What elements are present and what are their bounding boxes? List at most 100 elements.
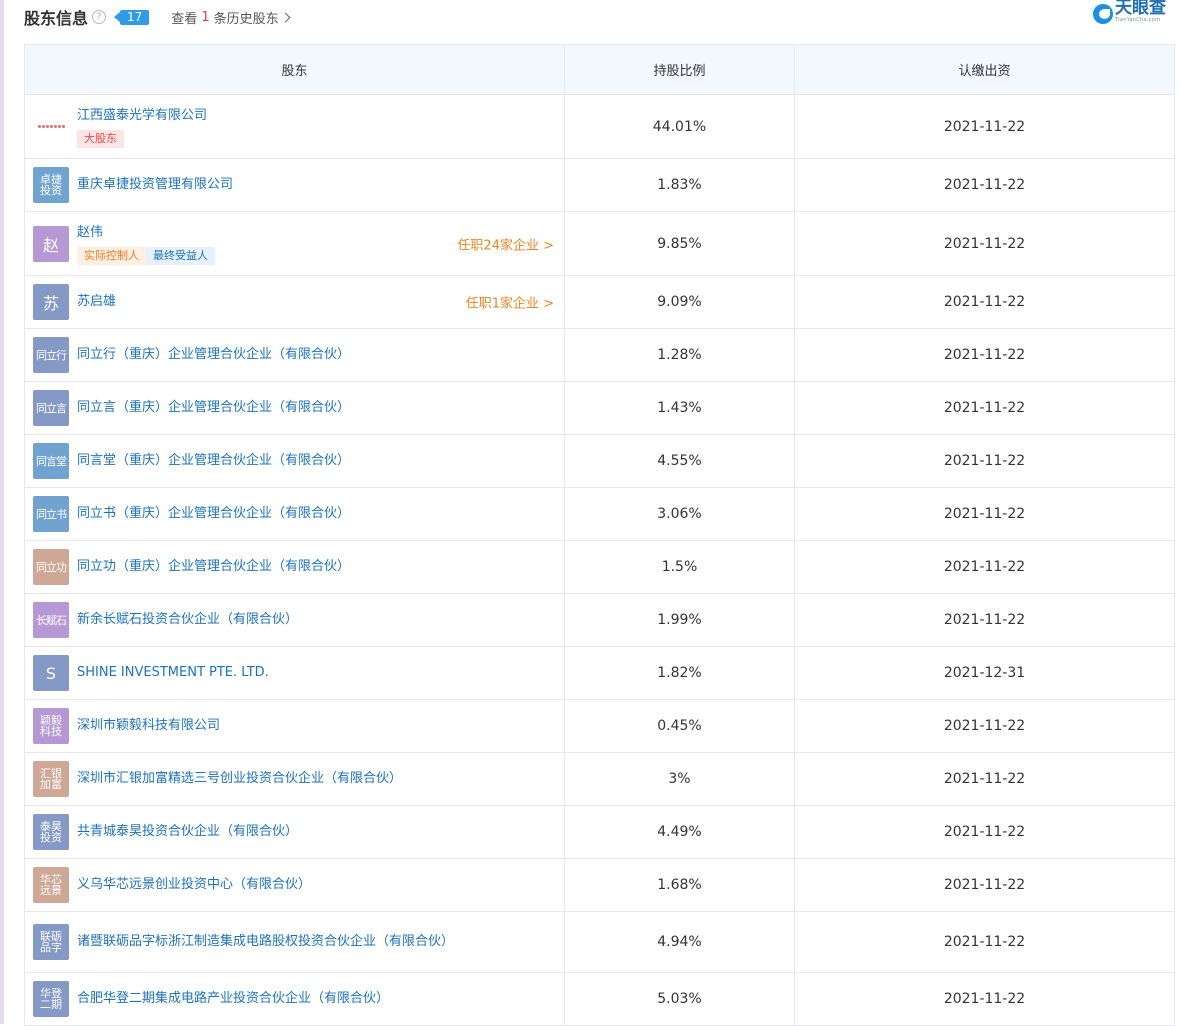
shareholder-cell: 华芯远景 义乌华芯远景创业投资中心（有限合伙） [24, 858, 565, 912]
shareholder-name-link[interactable]: 新余长赋石投资合伙企业（有限合伙） [77, 609, 298, 631]
shareholding-ratio: 4.94% [564, 911, 795, 973]
shareholder-avatar[interactable]: 同言堂 [33, 443, 69, 479]
history-shareholders-link[interactable]: 查看 1 条历史股东 [171, 8, 291, 27]
shareholder-avatar[interactable]: 苏 [33, 284, 69, 320]
section-header: 股东信息 ? 17 查看 1 条历史股东 [24, 4, 1173, 30]
shareholder-name-link[interactable]: 同立功（重庆）企业管理合伙企业（有限合伙） [77, 556, 350, 578]
table-row: 联砺品字 诸暨联砺品字标浙江制造集成电路股权投资合伙企业（有限合伙） 4.94% 20… [24, 911, 1175, 973]
table-row: 华登二期 合肥华登二期集成电路产业投资合伙企业（有限合伙） 5.03% 2021-11… [24, 972, 1175, 1026]
tianyancha-logo[interactable]: 天眼查 TianYanCha.com [1093, 0, 1173, 28]
history-suffix: 条历史股东 [213, 11, 279, 27]
shareholder-name-link[interactable]: 合肥华登二期集成电路产业投资合伙企业（有限合伙） [77, 988, 389, 1010]
shareholder-avatar[interactable]: 泰昊投资 [33, 814, 69, 850]
shareholder-cell: 颖毅科技 深圳市颖毅科技有限公司 [24, 699, 565, 753]
shareholder-cell: 同立功 同立功（重庆）企业管理合伙企业（有限合伙） [24, 540, 565, 594]
shareholder-name-link[interactable]: 重庆卓捷投资管理有限公司 [77, 174, 233, 196]
shareholder-avatar[interactable]: 联砺品字 [33, 924, 69, 960]
shareholder-name-link[interactable]: 同言堂（重庆）企业管理合伙企业（有限合伙） [77, 450, 350, 472]
shareholder-avatar[interactable]: 长赋石 [33, 602, 69, 638]
shareholding-ratio: 44.01% [564, 94, 795, 159]
table-row: 同立言 同立言（重庆）企业管理合伙企业（有限合伙） 1.43% 2021-11-22 [24, 381, 1175, 435]
table-row: 同立行 同立行（重庆）企业管理合伙企业（有限合伙） 1.28% 2021-11-22 [24, 328, 1175, 382]
shareholder-name-link[interactable]: 义乌华芯远景创业投资中心（有限合伙） [77, 874, 311, 896]
shareholder-cell: 同言堂 同言堂（重庆）企业管理合伙企业（有限合伙） [24, 434, 565, 488]
shareholder-name-link[interactable]: 江西盛泰光学有限公司 [77, 105, 207, 127]
subscription-date: 2021-11-22 [794, 805, 1175, 859]
shareholder-name-link[interactable]: 深圳市汇银加富精选三号创业投资合伙企业（有限合伙） [77, 768, 402, 790]
table-row: 苏苏启雄 任职1家企业 > 9.09% 2021-11-22 [24, 275, 1175, 329]
shareholding-ratio: 0.45% [564, 699, 795, 753]
shareholder-cell: 江西盛泰光学有限公司大股东 [24, 94, 565, 159]
subscription-date: 2021-11-22 [794, 328, 1175, 382]
shareholding-ratio: 1.28% [564, 328, 795, 382]
shareholder-avatar[interactable]: S [33, 655, 69, 691]
table-row: 同立功 同立功（重庆）企业管理合伙企业（有限合伙） 1.5% 2021-11-22 [24, 540, 1175, 594]
logo-text-en: TianYanCha.com [1115, 17, 1161, 23]
table-row: 长赋石 新余长赋石投资合伙企业（有限合伙） 1.99% 2021-11-22 [24, 593, 1175, 647]
positions-link[interactable]: 任职1家企业 > [466, 293, 554, 312]
shareholder-avatar[interactable]: 华登二期 [33, 981, 69, 1017]
shareholder-cell: S SHINE INVESTMENT PTE. LTD. [24, 646, 565, 700]
shareholder-name-link[interactable]: SHINE INVESTMENT PTE. LTD. [77, 662, 269, 684]
table-row: 江西盛泰光学有限公司 大股东 44.01% 2021-11-22 [24, 94, 1175, 159]
shareholding-ratio: 5.03% [564, 972, 795, 1026]
col-header-ratio: 持股比例 [564, 44, 795, 95]
shareholder-avatar[interactable]: 同立言 [33, 390, 69, 426]
shareholder-tag: 实际控制人 [77, 247, 146, 265]
positions-link[interactable]: 任职24家企业 > [457, 234, 554, 253]
col-header-subscribed: 认缴出资 [794, 44, 1175, 95]
shareholding-ratio: 3% [564, 752, 795, 806]
shareholder-name-link[interactable]: 同立行（重庆）企业管理合伙企业（有限合伙） [77, 344, 350, 366]
shareholder-avatar[interactable]: 卓捷投资 [33, 167, 69, 203]
shareholder-table: 股东 持股比例 认缴出资 江西盛泰光学有限公司 大股东 44.01% 2021-11-… [24, 44, 1175, 1026]
shareholder-cell: 汇银加富 深圳市汇银加富精选三号创业投资合伙企业（有限合伙） [24, 752, 565, 806]
shareholder-cell: 泰昊投资 共青城泰昊投资合伙企业（有限合伙） [24, 805, 565, 859]
shareholder-avatar[interactable] [33, 108, 69, 145]
logo-text-cn: 天眼查 [1115, 0, 1166, 18]
table-row: 赵赵伟实际控制人 最终受益人 任职24家企业 > 9.85% 2021-11-22 [24, 211, 1175, 276]
shareholder-cell: 苏苏启雄 任职1家企业 > [24, 275, 565, 329]
table-header-row: 股东 持股比例 认缴出资 [24, 44, 1175, 95]
shareholder-cell: 联砺品字 诸暨联砺品字标浙江制造集成电路股权投资合伙企业（有限合伙） [24, 911, 565, 973]
question-circle-icon[interactable]: ? [92, 10, 107, 24]
subscription-date: 2021-11-22 [794, 434, 1175, 488]
shareholder-avatar[interactable]: 赵 [33, 225, 69, 262]
history-count: 1 [201, 9, 210, 25]
shareholder-cell: 同立书 同立书（重庆）企业管理合伙企业（有限合伙） [24, 487, 565, 541]
subscription-date: 2021-11-22 [794, 858, 1175, 912]
table-row: 华芯远景 义乌华芯远景创业投资中心（有限合伙） 1.68% 2021-11-22 [24, 858, 1175, 912]
shareholder-avatar[interactable]: 颖毅科技 [33, 708, 69, 744]
shareholder-name-link[interactable]: 苏启雄 [77, 291, 116, 313]
shareholder-cell: 华登二期 合肥华登二期集成电路产业投资合伙企业（有限合伙） [24, 972, 565, 1026]
shareholder-tag: 大股东 [77, 130, 124, 148]
table-row: 泰昊投资 共青城泰昊投资合伙企业（有限合伙） 4.49% 2021-11-22 [24, 805, 1175, 859]
shareholder-name-link[interactable]: 诸暨联砺品字标浙江制造集成电路股权投资合伙企业（有限合伙） [77, 931, 454, 953]
shareholding-ratio: 1.83% [564, 158, 795, 212]
shareholder-name-link[interactable]: 深圳市颖毅科技有限公司 [77, 715, 220, 737]
subscription-date: 2021-11-22 [794, 381, 1175, 435]
shareholder-avatar[interactable]: 华芯远景 [33, 867, 69, 903]
shareholder-name-link[interactable]: 同立言（重庆）企业管理合伙企业（有限合伙） [77, 397, 350, 419]
shareholding-ratio: 1.99% [564, 593, 795, 647]
shareholding-ratio: 1.82% [564, 646, 795, 700]
shareholder-name-link[interactable]: 共青城泰昊投资合伙企业（有限合伙） [77, 821, 298, 843]
subscription-date: 2021-11-22 [794, 94, 1175, 159]
shareholder-cell: 赵赵伟实际控制人 最终受益人 任职24家企业 > [24, 211, 565, 276]
section-title: 股东信息 [24, 9, 89, 28]
shareholder-avatar[interactable]: 同立功 [33, 549, 69, 585]
shareholding-ratio: 1.43% [564, 381, 795, 435]
subscription-date: 2021-11-22 [794, 158, 1175, 212]
subscription-date: 2021-11-22 [794, 487, 1175, 541]
shareholding-ratio: 1.68% [564, 858, 795, 912]
shareholder-name-link[interactable]: 同立书（重庆）企业管理合伙企业（有限合伙） [77, 503, 350, 525]
subscription-date: 2021-11-22 [794, 211, 1175, 276]
shareholder-avatar[interactable]: 同立书 [33, 496, 69, 532]
shareholder-avatar[interactable]: 同立行 [33, 337, 69, 373]
shareholder-name-link[interactable]: 赵伟 [77, 222, 215, 244]
subscription-date: 2021-11-22 [794, 275, 1175, 329]
shareholder-tag: 最终受益人 [146, 247, 215, 265]
shareholder-avatar[interactable]: 汇银加富 [33, 761, 69, 797]
table-row: 同立书 同立书（重庆）企业管理合伙企业（有限合伙） 3.06% 2021-11-22 [24, 487, 1175, 541]
shareholding-ratio: 9.85% [564, 211, 795, 276]
subscription-date: 2021-11-22 [794, 540, 1175, 594]
